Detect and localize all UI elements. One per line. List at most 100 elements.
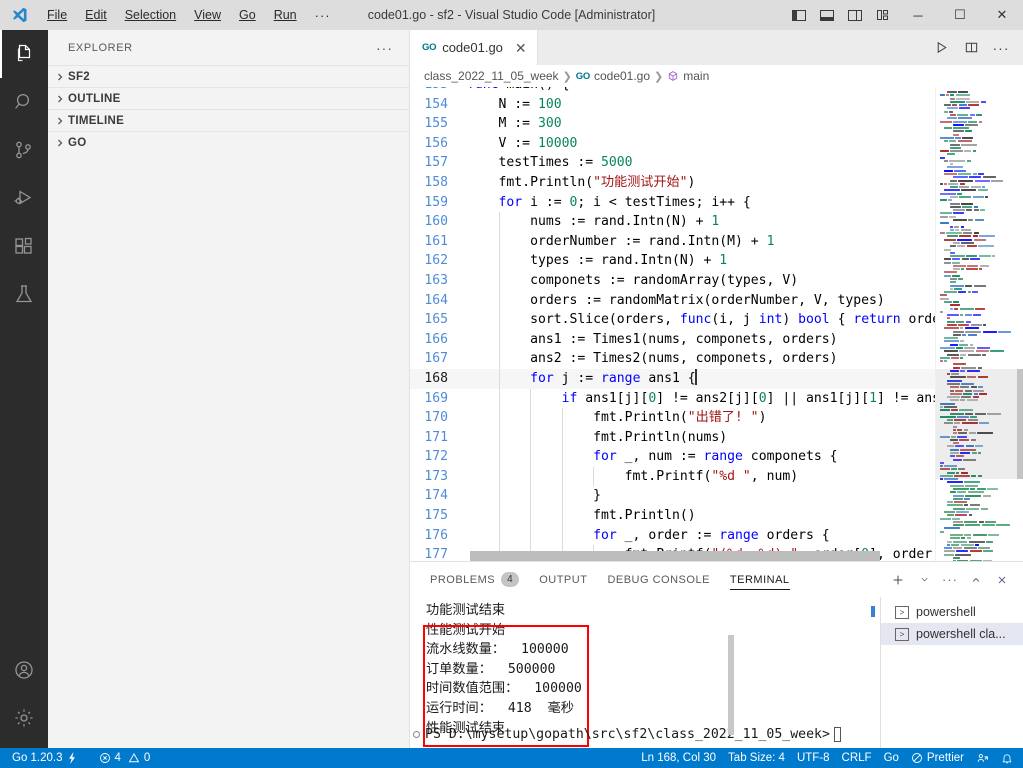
- status-problems[interactable]: 4 0: [93, 748, 157, 768]
- code-line[interactable]: 175 fmt.Println(): [410, 506, 935, 526]
- toggle-panel-icon[interactable]: [813, 0, 841, 30]
- menu-edit[interactable]: Edit: [76, 4, 116, 26]
- code-line[interactable]: 156 V := 10000: [410, 134, 935, 154]
- minimap-slider[interactable]: [936, 369, 1023, 479]
- activity-explorer-icon[interactable]: [0, 30, 48, 78]
- activity-testing-icon[interactable]: [0, 270, 48, 318]
- tab-code01-go[interactable]: GO code01.go ✕: [410, 30, 538, 65]
- toggle-primary-sidebar-icon[interactable]: [785, 0, 813, 30]
- code-line[interactable]: 159 for i := 0; i < testTimes; i++ {: [410, 193, 935, 213]
- code-scroll-region[interactable]: 153func main() {154 N := 100155 M := 300…: [410, 87, 935, 561]
- code-line[interactable]: 160 nums := rand.Intn(N) + 1: [410, 212, 935, 232]
- run-code-icon[interactable]: [927, 30, 955, 65]
- activity-extensions-icon[interactable]: [0, 222, 48, 270]
- split-editor-icon[interactable]: [957, 30, 985, 65]
- close-panel-icon[interactable]: [989, 562, 1015, 597]
- status-language-mode[interactable]: Go: [878, 748, 905, 768]
- code-line[interactable]: 154 N := 100: [410, 95, 935, 115]
- panel-more-actions-icon[interactable]: ···: [937, 562, 963, 597]
- panel-tab-debug-console[interactable]: DEBUG CONSOLE: [607, 562, 709, 597]
- customize-layout-icon[interactable]: [869, 0, 897, 30]
- code-line[interactable]: 155 M := 300: [410, 114, 935, 134]
- status-tab-size[interactable]: Tab Size: 4: [722, 748, 791, 768]
- menu-overflow-button[interactable]: ···: [306, 6, 340, 25]
- window-controls: ─ ☐ ✕: [785, 0, 1023, 30]
- code-text[interactable]: 153func main() {154 N := 100155 M := 300…: [410, 87, 935, 561]
- maximize-panel-chevron-up-icon[interactable]: [963, 562, 989, 597]
- terminal-icon: >: [895, 627, 909, 641]
- sidebar-more-actions-icon[interactable]: ···: [368, 40, 401, 56]
- breadcrumb-folder[interactable]: class_2022_11_05_week: [424, 69, 559, 83]
- code-line[interactable]: 165 sort.Slice(orders, func(i, j int) bo…: [410, 310, 935, 330]
- close-button[interactable]: ✕: [981, 0, 1023, 30]
- panel-tab-terminal[interactable]: TERMINAL: [729, 562, 790, 597]
- minimize-button[interactable]: ─: [897, 0, 939, 30]
- menu-view[interactable]: View: [185, 4, 230, 26]
- code-line[interactable]: 169 if ans1[j][0] != ans2[j][0] || ans1[…: [410, 388, 935, 409]
- status-go-version[interactable]: Go 1.20.3: [6, 748, 83, 768]
- menu-run[interactable]: Run: [265, 4, 306, 26]
- sidebar-item-sf2[interactable]: SF2: [48, 65, 409, 87]
- code-editor[interactable]: 153func main() {154 N := 100155 M := 300…: [410, 87, 1023, 561]
- minimap-line: [940, 360, 1016, 363]
- sidebar-item-outline[interactable]: OUTLINE: [48, 87, 409, 109]
- code-line[interactable]: 172 for _, num := range componets {: [410, 447, 935, 467]
- panel-tab-problems[interactable]: PROBLEMS 4: [430, 562, 520, 597]
- activity-search-icon[interactable]: [0, 78, 48, 126]
- code-line[interactable]: 167 ans2 := Times2(nums, componets, orde…: [410, 349, 935, 369]
- status-prettier[interactable]: Prettier: [905, 748, 970, 768]
- status-encoding[interactable]: UTF-8: [791, 748, 836, 768]
- breadcrumb-symbol[interactable]: main: [667, 69, 709, 83]
- minimap-line: [940, 550, 1016, 553]
- toggle-secondary-sidebar-icon[interactable]: [841, 0, 869, 30]
- code-line[interactable]: 163 componets := randomArray(types, V): [410, 270, 935, 291]
- code-line[interactable]: 173 fmt.Printf("%d ", num): [410, 466, 935, 487]
- terminal-list-item-powershell-class[interactable]: > powershell cla...: [881, 623, 1023, 645]
- code-line[interactable]: 176 for _, order := range orders {: [410, 525, 935, 546]
- status-eol[interactable]: CRLF: [836, 748, 878, 768]
- breadcrumb-file[interactable]: GO code01.go: [576, 69, 650, 83]
- activity-settings-gear-icon[interactable]: [0, 694, 48, 742]
- maximize-button[interactable]: ☐: [939, 0, 981, 30]
- menu-selection[interactable]: Selection: [116, 4, 185, 26]
- editor-minimap[interactable]: [935, 87, 1023, 561]
- status-remote-window[interactable]: [970, 748, 995, 768]
- editor-horizontal-scrollbar[interactable]: [470, 551, 880, 561]
- terminal-scrollbar[interactable]: [728, 635, 734, 735]
- code-line[interactable]: 157 testTimes := 5000: [410, 153, 935, 173]
- minimap-line: [940, 218, 1016, 222]
- activity-source-control-icon[interactable]: [0, 126, 48, 174]
- code-line[interactable]: 158 fmt.Println("功能测试开始"): [410, 173, 935, 193]
- minimap-line: [940, 556, 1016, 560]
- activity-accounts-icon[interactable]: [0, 646, 48, 694]
- code-line[interactable]: 164 orders := randomMatrix(orderNumber, …: [410, 290, 935, 311]
- code-line[interactable]: 161 orderNumber := rand.Intn(M) + 1: [410, 231, 935, 252]
- code-line[interactable]: 168 for j := range ans1 {: [410, 368, 935, 389]
- sidebar-item-timeline[interactable]: TIMELINE: [48, 109, 409, 131]
- panel-tab-output[interactable]: OUTPUT: [539, 562, 587, 597]
- tab-close-icon[interactable]: ✕: [515, 41, 527, 55]
- code-line[interactable]: 170 fmt.Println("出错了! "): [410, 408, 935, 428]
- code-line[interactable]: 162 types := rand.Intn(N) + 1: [410, 251, 935, 271]
- line-number: 173: [424, 468, 448, 484]
- code-line[interactable]: 166 ans1 := Times1(nums, componets, orde…: [410, 329, 935, 350]
- activity-run-debug-icon[interactable]: [0, 174, 48, 222]
- editor-vertical-scrollbar[interactable]: [1017, 369, 1023, 479]
- menu-file[interactable]: File: [38, 4, 76, 26]
- menu-go[interactable]: Go: [230, 4, 265, 26]
- terminal-dropdown-chevron-down-icon[interactable]: [911, 562, 937, 597]
- status-notifications[interactable]: [995, 748, 1019, 768]
- code-line[interactable]: 171 fmt.Println(nums): [410, 427, 935, 448]
- sidebar-item-go[interactable]: GO: [48, 131, 409, 153]
- editor-more-actions-icon[interactable]: ···: [987, 30, 1015, 65]
- new-terminal-icon[interactable]: [885, 562, 911, 597]
- status-cursor-position[interactable]: Ln 168, Col 30: [635, 748, 722, 768]
- code-line[interactable]: 153func main() {: [410, 87, 935, 95]
- minimap-line: [940, 507, 1016, 511]
- code-line[interactable]: 174 }: [410, 486, 935, 507]
- terminal-list-item-powershell[interactable]: > powershell: [871, 601, 1023, 623]
- line-number: 153: [410, 87, 467, 95]
- terminal-view[interactable]: 功能测试结束 性能测试开始 流水线数量： 100000 订单数量： 500000 时间数…: [410, 597, 880, 748]
- panel-tab-label: OUTPUT: [539, 573, 588, 586]
- terminal-prompt-line[interactable]: PS D:\mysetup\gopath\src\sf2\class_2022_…: [413, 727, 841, 742]
